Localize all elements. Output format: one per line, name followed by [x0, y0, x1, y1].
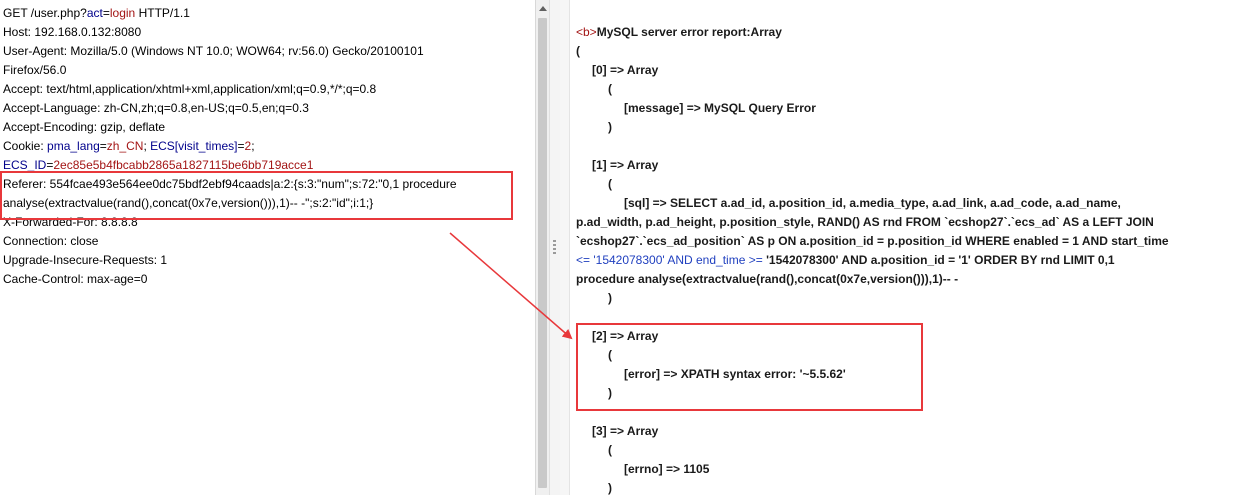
annotation-arrow-icon	[449, 232, 573, 340]
